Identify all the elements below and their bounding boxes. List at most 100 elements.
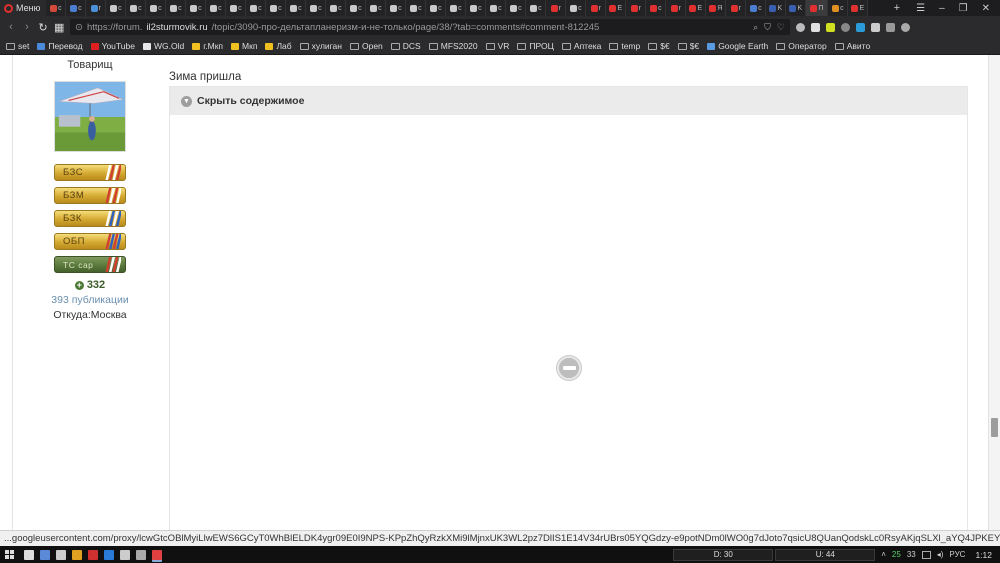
bookmark-item[interactable]: Open xyxy=(349,41,383,51)
browser-tab[interactable]: c xyxy=(246,0,267,16)
browser-tab[interactable]: П xyxy=(806,0,829,16)
spoiler-toggle[interactable]: ▼ Скрыть содержимое xyxy=(170,87,967,115)
browser-tab[interactable]: c xyxy=(526,0,547,16)
taskbar-app-icon[interactable] xyxy=(88,549,98,560)
taskbar-app-icon[interactable] xyxy=(120,549,130,560)
taskbar-app-icon[interactable] xyxy=(40,549,50,560)
bookmark-item[interactable]: MFS2020 xyxy=(428,41,478,51)
language-indicator[interactable]: РУС xyxy=(949,550,965,559)
bookmark-item[interactable]: Авито xyxy=(834,41,870,51)
browser-tab[interactable]: c xyxy=(266,0,287,16)
browser-tab[interactable]: r xyxy=(726,0,747,16)
bookmark-item[interactable]: set xyxy=(6,41,29,51)
bookmark-item[interactable]: г.Мкп xyxy=(192,41,223,51)
browser-tab[interactable]: r xyxy=(586,0,607,16)
browser-tab[interactable]: c xyxy=(186,0,207,16)
browser-tab[interactable]: r xyxy=(666,0,687,16)
volume-icon[interactable]: ◂) xyxy=(937,550,944,559)
browser-tab[interactable]: c xyxy=(106,0,127,16)
browser-tab[interactable]: E xyxy=(606,0,627,16)
bookmark-item[interactable]: Google Earth xyxy=(707,41,768,51)
extension-yellow-icon[interactable] xyxy=(826,22,835,32)
tab-menu-icon[interactable]: ☰ xyxy=(916,3,925,14)
author-avatar[interactable] xyxy=(54,81,126,152)
browser-tab[interactable]: Я xyxy=(706,0,727,16)
browser-tab[interactable]: K xyxy=(786,0,807,16)
bookmark-item[interactable]: YouTube xyxy=(90,41,135,51)
browser-tab[interactable]: c xyxy=(126,0,147,16)
browser-tab[interactable]: c xyxy=(426,0,447,16)
taskbar-clock[interactable]: 1:12 xyxy=(971,550,1000,560)
browser-tab[interactable]: c xyxy=(206,0,227,16)
browser-tab[interactable]: c xyxy=(506,0,527,16)
browser-tab[interactable]: E xyxy=(848,0,869,16)
browser-tab[interactable]: r xyxy=(86,0,107,16)
bookmark-item[interactable]: DCS xyxy=(390,41,421,51)
browser-tab[interactable]: c xyxy=(446,0,467,16)
bookmark-item[interactable]: $€ xyxy=(648,41,670,51)
browser-tab[interactable]: c xyxy=(166,0,187,16)
close-window-icon[interactable]: ✕ xyxy=(982,3,990,14)
browser-tab[interactable]: E xyxy=(686,0,707,16)
bookmark-item[interactable]: $€ xyxy=(677,41,699,51)
browser-tab[interactable]: c xyxy=(386,0,407,16)
taskbar-app-icon[interactable] xyxy=(56,549,66,560)
browser-tab[interactable]: c xyxy=(466,0,487,16)
browser-tab[interactable]: c xyxy=(486,0,507,16)
restore-icon[interactable]: ❐ xyxy=(959,3,968,14)
award-badge[interactable]: ОБП xyxy=(54,233,126,250)
extension-s-icon[interactable] xyxy=(856,22,865,32)
browser-menu-button[interactable]: Меню xyxy=(0,0,47,16)
bookmark-item[interactable]: ПРОЦ xyxy=(517,41,554,51)
browser-tab[interactable]: c xyxy=(366,0,387,16)
browser-tab[interactable]: K xyxy=(766,0,787,16)
tray-arrow-icon[interactable]: ˄ xyxy=(881,550,886,559)
bookmark-item[interactable]: WG.Old xyxy=(142,41,184,51)
browser-tab[interactable]: r xyxy=(626,0,647,16)
network-icon[interactable] xyxy=(921,550,931,559)
taskbar-app-icon[interactable] xyxy=(152,549,162,560)
search-icon[interactable]: ⌕ xyxy=(753,22,758,33)
back-icon[interactable]: ‹ xyxy=(6,21,16,33)
browser-tab[interactable]: r xyxy=(546,0,567,16)
page-scrollbar[interactable] xyxy=(988,55,1000,530)
extension-camera-icon[interactable] xyxy=(871,22,880,32)
extension-download-icon[interactable] xyxy=(886,22,895,32)
bookmark-item[interactable]: Перевод xyxy=(37,41,83,51)
taskbar-app-icon[interactable] xyxy=(104,549,114,560)
award-badge[interactable]: БЗМ xyxy=(54,187,126,204)
forward-icon[interactable]: › xyxy=(22,21,32,33)
browser-tab[interactable]: c xyxy=(146,0,167,16)
bookmark-item[interactable]: Аптека xyxy=(561,41,601,51)
new-tab-icon[interactable]: + xyxy=(888,2,906,14)
award-badge[interactable]: БЗК xyxy=(54,210,126,227)
bookmark-item[interactable]: Оператор xyxy=(776,41,827,51)
browser-tab[interactable]: c xyxy=(406,0,427,16)
site-info-icon[interactable]: ⊙ xyxy=(75,22,83,33)
browser-tab[interactable]: c xyxy=(746,0,767,16)
browser-tab[interactable]: c xyxy=(828,0,849,16)
scrollbar-thumb[interactable] xyxy=(991,418,998,437)
bookmark-item[interactable]: temp xyxy=(609,41,640,51)
taskbar-app-icon[interactable] xyxy=(136,549,146,560)
browser-tab[interactable]: c xyxy=(646,0,667,16)
award-badge[interactable]: БЗС xyxy=(54,164,126,181)
author-posts-link[interactable]: 393 публикации xyxy=(40,294,140,306)
extension-page-icon[interactable] xyxy=(811,22,820,32)
award-badge[interactable]: ТС сар xyxy=(54,256,126,273)
browser-tab[interactable]: c xyxy=(286,0,307,16)
extension-gear-icon[interactable] xyxy=(841,22,850,32)
bookmark-item[interactable]: хулиган xyxy=(299,41,342,51)
browser-tab[interactable]: c xyxy=(306,0,327,16)
url-input[interactable]: ⊙ https://forum. il2sturmovik.ru/topic/30… xyxy=(70,19,790,35)
bookmark-item[interactable]: Мкп xyxy=(231,41,257,51)
bookmark-item[interactable]: Лаб xyxy=(265,41,292,51)
profile-icon[interactable] xyxy=(901,22,910,32)
browser-tab[interactable]: c xyxy=(66,0,87,16)
taskbar-app-icon[interactable] xyxy=(24,549,34,560)
tabs-grid-icon[interactable]: ▦ xyxy=(54,21,64,34)
start-button[interactable] xyxy=(0,546,18,563)
browser-tab[interactable]: c xyxy=(226,0,247,16)
browser-tab[interactable]: c xyxy=(346,0,367,16)
browser-tab[interactable]: c xyxy=(566,0,587,16)
